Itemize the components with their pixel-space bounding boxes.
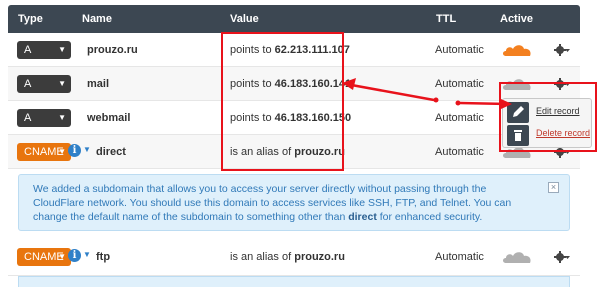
type-label: A [24,78,32,90]
value-target: 62.213.111.107 [274,44,350,56]
chevron-down-icon: ▼ [58,113,66,122]
record-name[interactable]: ftp [96,251,110,263]
header-value: Value [230,13,259,25]
value-prefix: points to [230,112,272,124]
trash-icon[interactable] [507,125,529,146]
direct-subdomain-notice: We added a subdomain that allows you to … [18,174,570,231]
record-name[interactable]: direct [96,146,126,158]
value-target: prouzo.ru [294,251,345,263]
record-name[interactable]: prouzo.ru [87,44,138,56]
value-prefix: points to [230,78,272,90]
gear-icon[interactable] [554,77,570,91]
cloud-icon[interactable] [502,43,534,57]
pencil-icon[interactable] [507,102,529,123]
record-ttl[interactable]: Automatic [435,112,484,124]
record-name[interactable]: mail [87,78,109,90]
value-prefix: points to [230,44,272,56]
value-target: prouzo.ru [294,146,345,158]
table-row: A ▼ webmail points to 46.183.160.150 Auto… [8,101,580,135]
table-row: CNAME ▼ i ▼ direct is an alias of prouzo.… [8,135,580,169]
record-name[interactable]: webmail [87,112,130,124]
cloud-icon[interactable] [502,77,534,91]
value-target: 46.183.160.150 [274,112,352,124]
info-icon[interactable]: i [68,249,81,262]
value-target: 46.183.160.141 [274,78,352,90]
table-row: A ▼ mail points to 46.183.160.141 Automat… [8,67,580,101]
header-ttl: TTL [436,13,457,25]
record-ttl[interactable]: Automatic [435,146,484,158]
header-type: Type [18,13,43,25]
record-ttl[interactable]: Automatic [435,44,484,56]
record-value[interactable]: is an alias of prouzo.ru [230,146,345,158]
gear-icon[interactable] [554,43,570,57]
record-ttl[interactable]: Automatic [435,78,484,90]
close-icon[interactable]: × [548,182,559,193]
chevron-down-icon: ▼ [58,45,66,54]
chevron-down-icon: ▼ [58,252,66,261]
record-value[interactable]: points to 62.213.111.107 [230,44,350,56]
type-select[interactable]: A ▼ [17,75,71,93]
cloud-icon[interactable] [502,250,534,264]
record-value[interactable]: points to 46.183.160.150 [230,112,351,124]
chevron-down-icon: ▼ [58,147,66,156]
header-name: Name [82,13,112,25]
dns-records-table: Type Name Value TTL Active A ▼ prouzo.ru … [8,5,580,287]
record-context-menu: Edit record Delete record [502,98,592,148]
delete-record-link[interactable]: Delete record [536,128,590,138]
type-label: A [24,112,32,124]
chevron-down-icon[interactable]: ▼ [83,250,91,259]
type-select[interactable]: CNAME ▼ [17,143,71,161]
notice-bold-text: direct [348,211,377,223]
record-value[interactable]: is an alias of prouzo.ru [230,251,345,263]
ftp-notice-partial [18,276,570,287]
type-select[interactable]: A ▼ [17,41,71,59]
chevron-down-icon: ▼ [58,79,66,88]
header-active: Active [500,13,534,25]
edit-record-link[interactable]: Edit record [536,106,580,116]
gear-icon[interactable] [554,250,570,264]
chevron-down-icon[interactable]: ▼ [83,145,91,154]
type-select[interactable]: A ▼ [17,109,71,127]
table-row: A ▼ prouzo.ru points to 62.213.111.107 Au… [8,33,580,67]
info-icon[interactable]: i [68,144,81,157]
type-label: A [24,44,32,56]
record-ttl[interactable]: Automatic [435,251,484,263]
table-row: CNAME ▼ i ▼ ftp is an alias of prouzo.ru … [8,240,580,276]
table-header: Type Name Value TTL Active [8,5,580,33]
type-select[interactable]: CNAME ▼ [17,248,71,266]
value-prefix: is an alias of [230,251,292,263]
record-value[interactable]: points to 46.183.160.141 [230,78,351,90]
notice-text-end: for enhanced security. [376,211,483,223]
value-prefix: is an alias of [230,146,292,158]
